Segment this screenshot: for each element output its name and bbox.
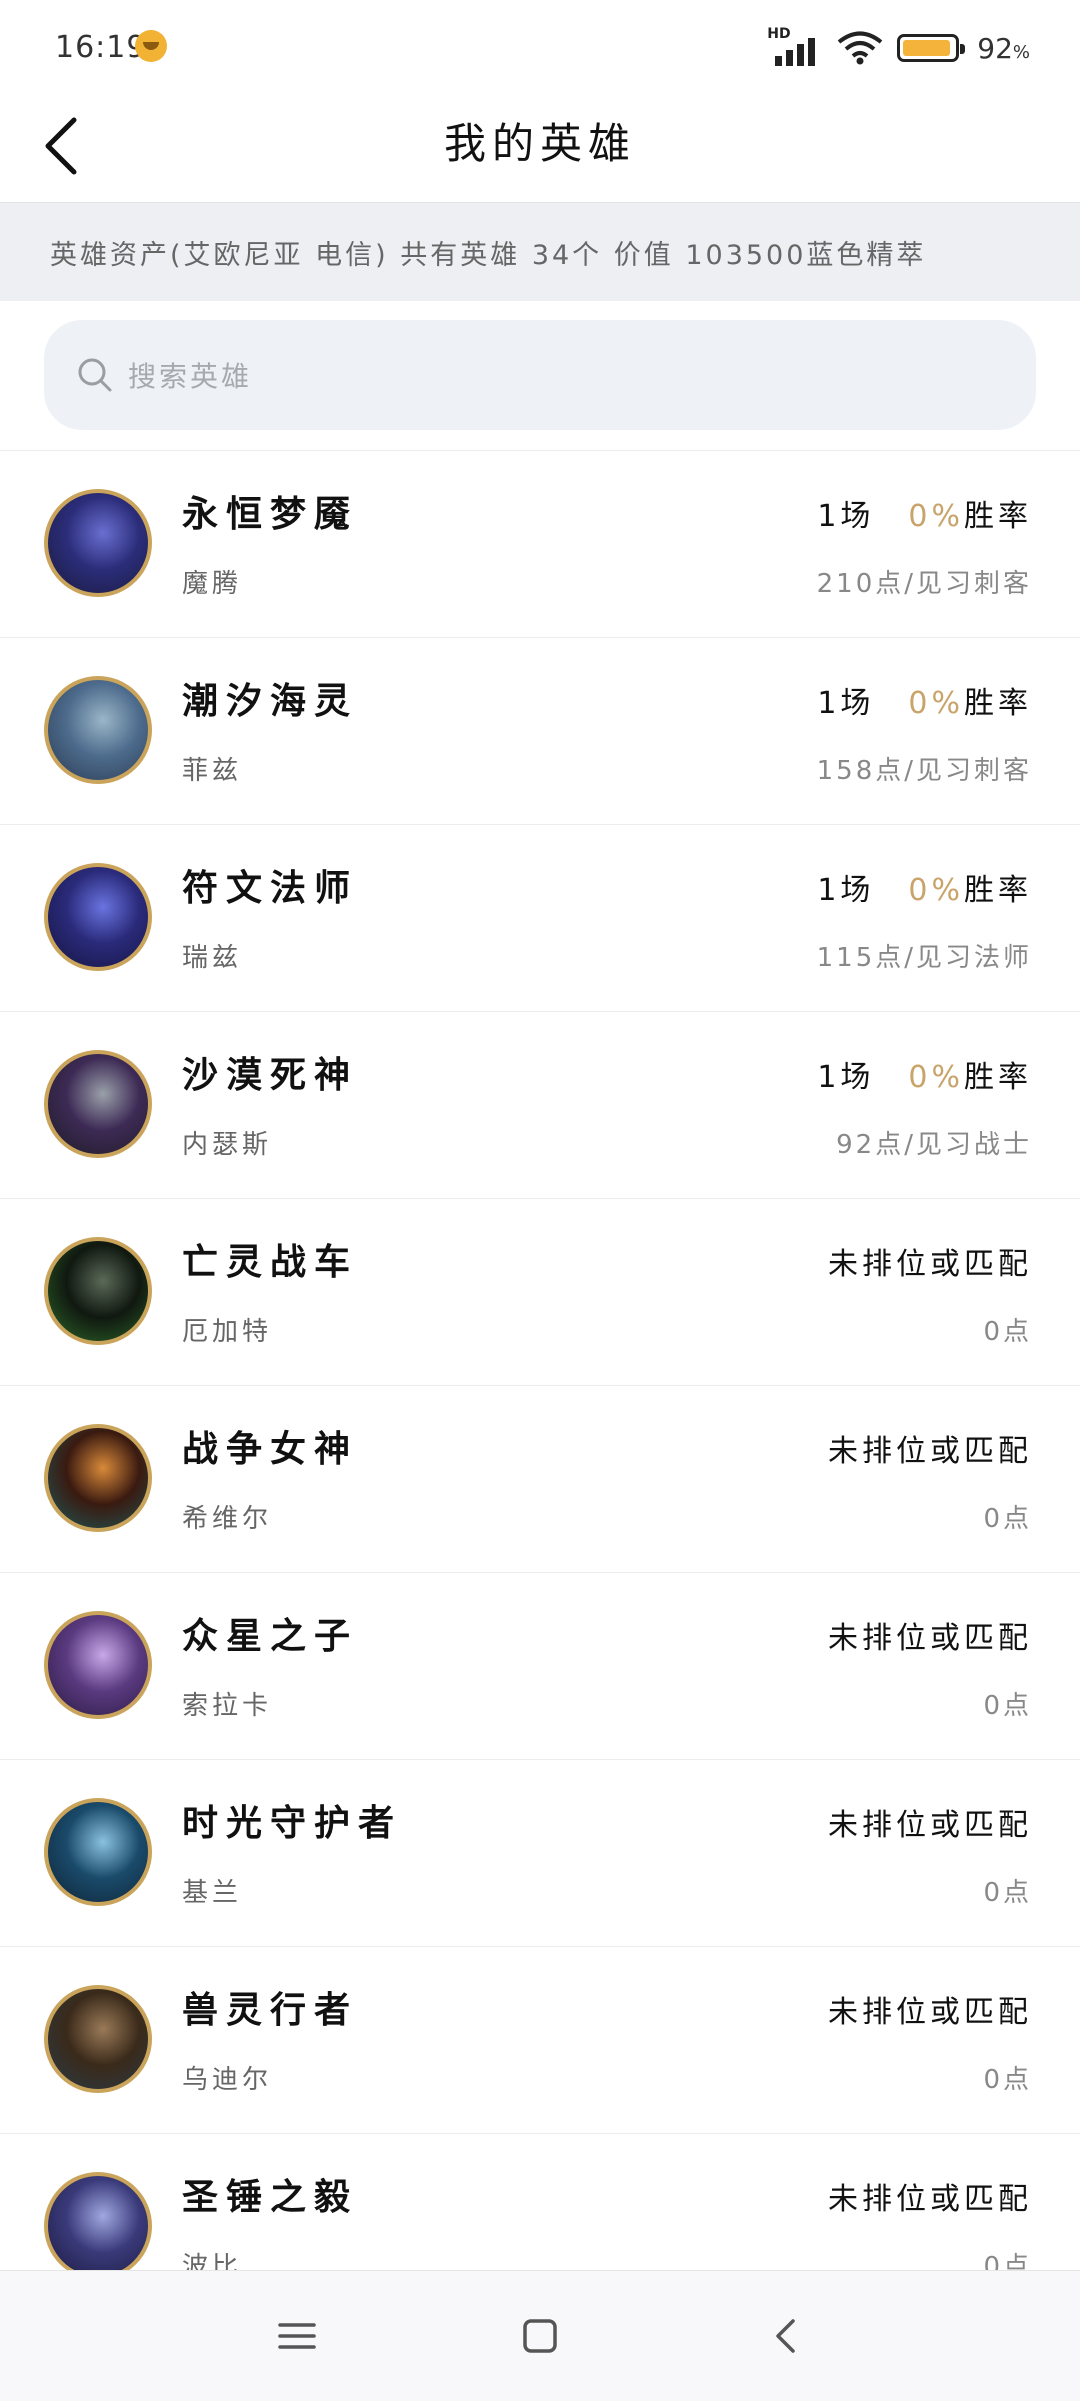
games-played: 1场 — [817, 499, 875, 534]
games-played: 1场 — [817, 686, 875, 721]
hero-row[interactable]: 沙漠死神内瑟斯 1场 0%胜率 92点/见习战士 — [0, 1012, 1080, 1199]
hero-avatar — [44, 863, 152, 971]
hero-name: 亡灵战车 — [182, 1242, 359, 1283]
hero-detail: 0点 — [983, 1504, 1032, 1534]
win-rate-value: 0% — [908, 1060, 964, 1095]
hero-avatar — [44, 676, 152, 784]
battery-icon — [897, 34, 966, 62]
hero-stat: 未排位或匹配 — [828, 1987, 1032, 2031]
hero-detail: 0点 — [983, 2065, 1032, 2095]
search-bar[interactable] — [44, 320, 1036, 432]
hero-row[interactable]: 潮汐海灵菲兹 1场 0%胜率 158点/见习刺客 — [0, 638, 1080, 825]
home-square-icon — [523, 2319, 557, 2353]
hero-subname: 瑞兹 — [182, 943, 243, 973]
signal-icon: HD — [767, 26, 823, 66]
hero-name: 众星之子 — [182, 1616, 359, 1657]
hero-avatar — [44, 2172, 152, 2280]
hero-avatar — [44, 1985, 152, 2093]
wifi-icon — [837, 31, 883, 65]
hero-name: 沙漠死神 — [182, 1055, 359, 1096]
hero-avatar — [44, 1798, 152, 1906]
hero-name: 圣锤之毅 — [182, 2177, 359, 2218]
summary-text: 英雄资产(艾欧尼亚 电信) 共有英雄 34个 价值 103500蓝色精萃 — [50, 240, 927, 271]
hero-stat: 未排位或匹配 — [828, 1426, 1032, 1470]
hero-detail: 0点 — [983, 1691, 1032, 1721]
games-played: 未排位或匹配 — [828, 1434, 1032, 1469]
hero-subname: 索拉卡 — [182, 1691, 273, 1721]
hero-name: 战争女神 — [182, 1429, 359, 1470]
hero-subname: 基兰 — [182, 1878, 243, 1908]
hero-stat: 1场 0%胜率 — [817, 1052, 1032, 1096]
win-rate-value: 0% — [908, 686, 964, 721]
search-input[interactable] — [126, 320, 990, 432]
games-played: 1场 — [817, 873, 875, 908]
hero-detail: 115点/见习法师 — [816, 943, 1032, 973]
hero-avatar — [44, 1050, 152, 1158]
hero-avatar — [44, 1611, 152, 1719]
menu-button[interactable] — [272, 2311, 322, 2361]
hero-stat: 未排位或匹配 — [828, 1800, 1032, 1844]
hero-name: 符文法师 — [182, 868, 359, 909]
hero-row[interactable]: 众星之子索拉卡 未排位或匹配 0点 — [0, 1573, 1080, 1760]
hero-subname: 厄加特 — [182, 1317, 273, 1347]
games-played: 未排位或匹配 — [828, 1247, 1032, 1282]
games-played: 1场 — [817, 1060, 875, 1095]
hero-subname: 菲兹 — [182, 756, 243, 786]
hero-avatar — [44, 1237, 152, 1345]
battery-percent: 92% — [977, 31, 1030, 65]
win-rate-label: 胜率 — [964, 873, 1032, 908]
hero-row[interactable]: 符文法师瑞兹 1场 0%胜率 115点/见习法师 — [0, 825, 1080, 1012]
win-rate-label: 胜率 — [964, 1060, 1032, 1095]
hero-stat: 未排位或匹配 — [828, 1239, 1032, 1283]
hero-name: 永恒梦魇 — [182, 494, 359, 535]
emoji-icon — [135, 30, 167, 62]
games-played: 未排位或匹配 — [828, 1995, 1032, 2030]
hero-subname: 魔腾 — [182, 569, 243, 599]
hero-row[interactable]: 亡灵战车厄加特 未排位或匹配 0点 — [0, 1199, 1080, 1386]
hero-detail: 158点/见习刺客 — [816, 756, 1032, 786]
games-played: 未排位或匹配 — [828, 2182, 1032, 2217]
hero-name: 兽灵行者 — [182, 1990, 359, 2031]
status-time: 16:19 — [55, 30, 147, 65]
status-icons: HD 92% — [767, 26, 1030, 68]
menu-icon — [278, 2323, 316, 2349]
hero-row[interactable]: 战争女神希维尔 未排位或匹配 0点 — [0, 1386, 1080, 1573]
page-title: 我的英雄 — [443, 119, 636, 168]
hero-detail: 0点 — [983, 1317, 1032, 1347]
hero-name: 潮汐海灵 — [182, 681, 359, 722]
hero-row[interactable]: 兽灵行者乌迪尔 未排位或匹配 0点 — [0, 1947, 1080, 2134]
hero-subname: 内瑟斯 — [182, 1130, 273, 1160]
win-rate-label: 胜率 — [964, 686, 1032, 721]
hero-row[interactable]: 永恒梦魇魔腾 1场 0%胜率 210点/见习刺客 — [0, 451, 1080, 638]
games-played: 未排位或匹配 — [828, 1808, 1032, 1843]
win-rate-value: 0% — [908, 499, 964, 534]
hero-stat: 未排位或匹配 — [828, 1613, 1032, 1657]
games-played: 未排位或匹配 — [828, 1621, 1032, 1656]
hero-stat: 1场 0%胜率 — [817, 865, 1032, 909]
hero-detail: 210点/见习刺客 — [816, 569, 1032, 599]
status-bar: 16:19 HD 92% — [0, 0, 1080, 100]
hero-stat: 未排位或匹配 — [828, 2174, 1032, 2218]
search-icon — [78, 358, 112, 392]
hero-row[interactable]: 时光守护者基兰 未排位或匹配 0点 — [0, 1760, 1080, 1947]
hero-subname: 乌迪尔 — [182, 2065, 273, 2095]
hero-subname: 希维尔 — [182, 1504, 273, 1534]
win-rate-value: 0% — [908, 873, 964, 908]
system-nav-bar — [0, 2270, 1080, 2401]
hero-stat: 1场 0%胜率 — [817, 491, 1032, 535]
hero-avatar — [44, 1424, 152, 1532]
hero-name: 时光守护者 — [182, 1803, 403, 1844]
hero-stat: 1场 0%胜率 — [817, 678, 1032, 722]
back-chevron-icon — [776, 2319, 795, 2353]
hero-avatar — [44, 489, 152, 597]
hero-detail: 92点/见习战士 — [836, 1130, 1032, 1160]
win-rate-label: 胜率 — [964, 499, 1032, 534]
header: 我的英雄 — [0, 100, 1080, 202]
hero-list: 永恒梦魇 魔腾 1场 0%胜率 210点/见习刺客 潮汐海灵 菲兹 1场 0%胜率 158点/见习… — [0, 451, 1080, 2321]
hero-assets-summary: 英雄资产(艾欧尼亚 电信) 共有英雄 34个 价值 103500蓝色精萃 — [0, 202, 1080, 301]
home-button[interactable] — [515, 2311, 565, 2361]
hero-detail: 0点 — [983, 1878, 1032, 1908]
back-nav-button[interactable] — [762, 2311, 812, 2361]
